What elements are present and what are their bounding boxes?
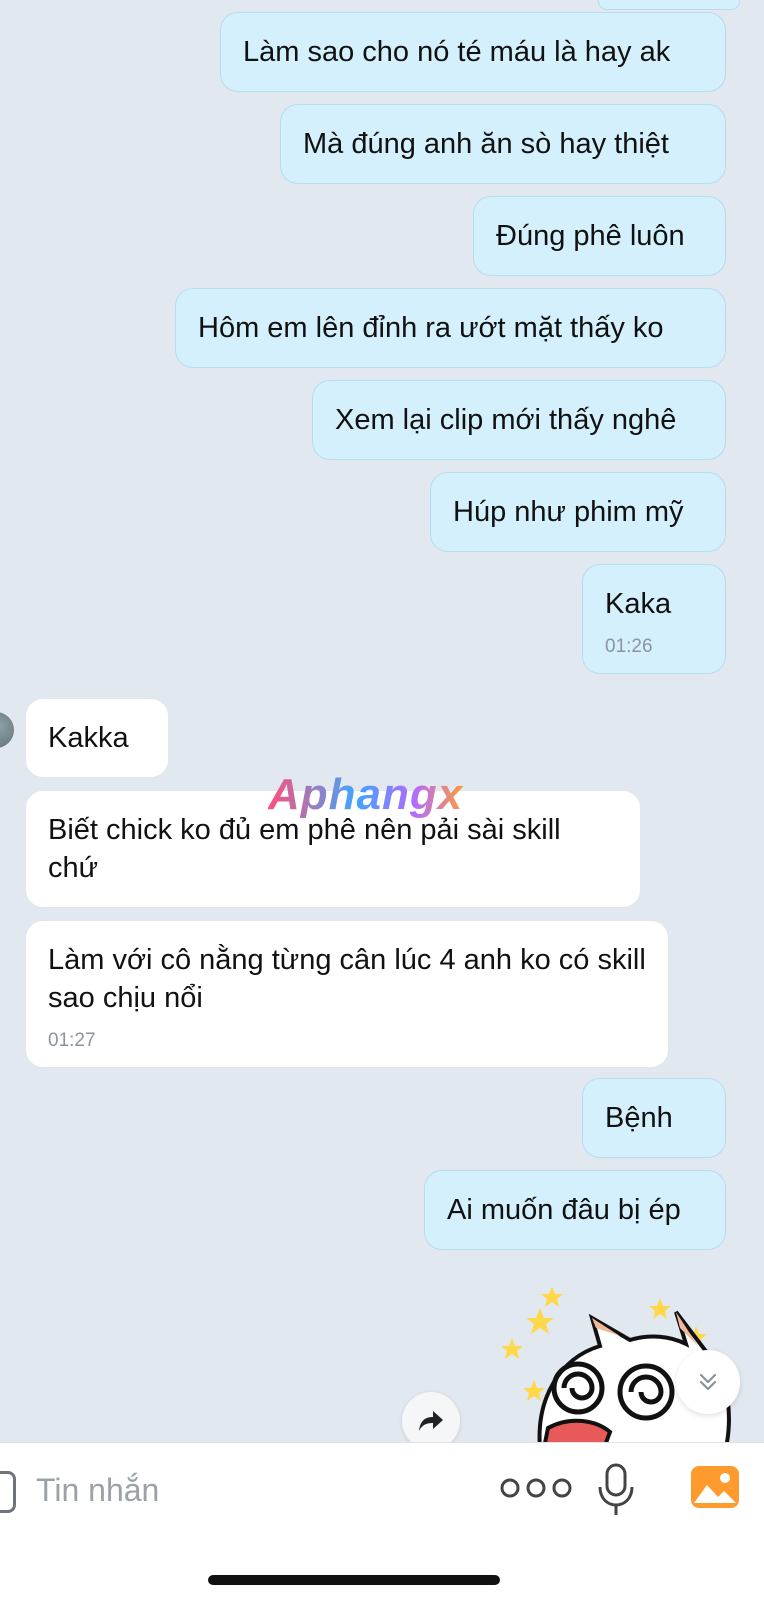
previous-message-bubble[interactable] — [598, 0, 740, 10]
message-incoming[interactable]: Kakka — [25, 698, 169, 778]
gallery-icon[interactable] — [690, 1465, 740, 1509]
message-text: Húp như phim mỹ — [453, 496, 684, 528]
message-outgoing[interactable]: Đúng phê luôn — [473, 196, 726, 276]
message-outgoing[interactable]: Mà đúng anh ăn sò hay thiệt — [280, 104, 726, 184]
message-incoming[interactable]: Làm với cô nằng từng cân lúc 4 anh ko có… — [25, 920, 669, 1068]
message-text: Đúng phê luôn — [496, 220, 685, 252]
watermark-logo: Aphangx — [268, 770, 464, 819]
message-outgoing[interactable]: Làm sao cho nó té máu là hay ak — [220, 12, 726, 92]
message-text: Ai muốn đâu bị ép — [447, 1194, 681, 1226]
message-outgoing[interactable]: Bệnh — [582, 1078, 726, 1158]
forward-button[interactable] — [402, 1392, 460, 1442]
microphone-icon[interactable] — [596, 1463, 636, 1517]
message-timestamp: 01:26 — [605, 636, 653, 657]
message-outgoing[interactable]: Húp như phim mỹ — [430, 472, 726, 552]
message-text: Làm với cô nằng từng cân lúc 4 anh ko có… — [48, 944, 646, 1014]
avatar[interactable] — [0, 712, 14, 748]
more-dots-icon[interactable] — [496, 1473, 576, 1503]
chevron-double-down-icon — [699, 1373, 717, 1391]
message-text: Xem lại clip mới thấy nghê — [335, 404, 677, 436]
message-timestamp: 01:27 — [48, 1030, 96, 1051]
chat-area[interactable]: Làm sao cho nó té máu là hay ak Mà đúng … — [0, 0, 764, 1442]
forward-arrow-icon — [419, 1411, 443, 1431]
emoji-icon[interactable] — [0, 1471, 16, 1513]
message-input[interactable]: Tin nhắn — [36, 1469, 159, 1511]
message-text: Bệnh — [605, 1102, 673, 1134]
message-outgoing[interactable]: Hôm em lên đỉnh ra ướt mặt thấy ko — [175, 288, 726, 368]
scroll-to-bottom-button[interactable] — [676, 1350, 740, 1414]
message-text: Mà đúng anh ăn sò hay thiệt — [303, 128, 669, 160]
message-outgoing[interactable]: Ai muốn đâu bị ép — [424, 1170, 726, 1250]
message-text: Biết chick ko đủ em phê nên pải sài skil… — [48, 814, 561, 884]
message-text: Kaka — [605, 588, 672, 620]
message-text: Làm sao cho nó té máu là hay ak — [243, 36, 671, 68]
message-text: Hôm em lên đỉnh ra ướt mặt thấy ko — [198, 312, 664, 344]
message-outgoing[interactable]: Xem lại clip mới thấy nghê — [312, 380, 726, 460]
home-indicator — [208, 1575, 500, 1585]
message-outgoing[interactable]: Kaka 01:26 — [582, 564, 726, 674]
message-composer: Tin nhắn — [0, 1442, 764, 1601]
message-text: Kakka — [48, 722, 129, 754]
